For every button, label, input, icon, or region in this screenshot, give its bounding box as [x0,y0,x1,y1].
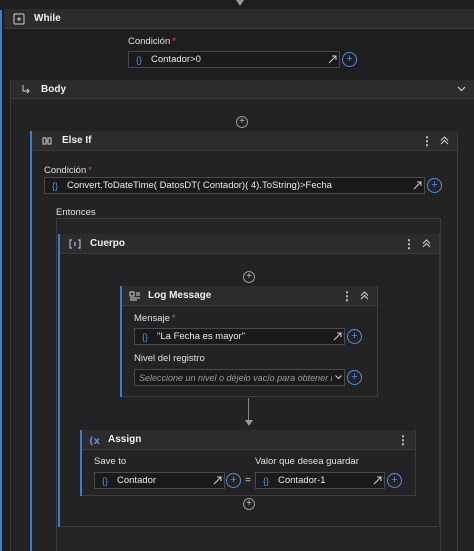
assign-value-label: Valor que desea guardar [255,456,359,467]
assign-header[interactable]: (x) Assign ⋮ [82,430,415,450]
assign-save-to-field[interactable]: {} Contador [94,472,225,489]
cuerpo-selection-line [58,234,60,527]
brace-icon: {} [135,54,142,65]
while-condition-value: Contador>0 [151,54,201,65]
assign-save-to-value: Contador [117,475,157,486]
while-condition-label: Condición * [128,36,176,47]
expand-icon[interactable] [370,476,384,485]
assign-title: Assign [108,434,142,445]
assign-icon: (x) [88,433,102,447]
while-header[interactable]: While [4,9,474,29]
cuerpo-title: Cuerpo [90,238,125,249]
expand-icon[interactable] [325,55,339,64]
elseif-title: Else If [62,135,92,146]
while-title: While [34,13,61,24]
while-condition-field[interactable]: {} Contador>0 [128,51,340,68]
kebab-icon[interactable]: ⋮ [403,237,415,251]
expand-icon[interactable] [410,181,424,190]
brace-icon: {} [101,475,108,486]
log-message-label: Mensaje * [134,313,176,324]
flow-connector [248,398,249,422]
elseif-condition-add-button[interactable]: + [427,178,442,193]
while-icon [12,12,26,26]
flow-arrow-top [236,0,244,6]
chevron-down-icon[interactable] [454,82,468,96]
elseif-icon [40,134,54,148]
log-message-title: Log Message [148,290,212,301]
elseif-header[interactable]: Else If ⋮ [32,131,457,151]
assign-save-to-add-button[interactable]: + [226,473,241,488]
add-activity-top[interactable]: + [236,116,248,128]
log-message-add-button[interactable]: + [347,329,362,344]
then-label: Entonces [56,207,96,218]
body-title: Body [41,83,66,95]
log-message-field[interactable]: {} "La Fecha es mayor" [134,328,345,345]
assign-value-value: Contador-1 [278,475,326,486]
cuerpo-icon [68,237,82,251]
collapse-icon[interactable] [357,289,371,303]
outer-selection-line [0,10,2,551]
elseif-condition-value: Convert.ToDateTime( DatosDT( Contador)( … [67,180,332,191]
collapse-icon[interactable] [419,237,433,251]
kebab-icon[interactable]: ⋮ [421,134,433,148]
log-message-value: "La Fecha es mayor" [157,331,246,342]
elseif-selection-line [30,131,32,551]
chevron-down-icon[interactable] [332,373,344,382]
while-condition-add-button[interactable]: + [342,52,357,67]
log-level-add-button[interactable]: + [347,370,362,385]
body-header[interactable]: Body [11,80,474,99]
expand-icon[interactable] [210,476,224,485]
assign-equals: = [245,475,251,486]
assign-value-add-button[interactable]: + [387,473,402,488]
assign-value-field[interactable]: {} Contador-1 [255,472,385,489]
log-level-select[interactable]: Seleccione un nivel o déjelo vacío para … [134,369,345,386]
collapse-icon[interactable] [437,134,451,148]
cuerpo-header[interactable]: Cuerpo ⋮ [60,234,439,254]
log-message-header[interactable]: Log Message ⋮ [122,286,377,306]
elseif-condition-field[interactable]: {} Convert.ToDateTime( DatosDT( Contador… [44,177,425,194]
brace-icon: {} [51,180,58,191]
add-activity-bottom[interactable]: + [243,498,255,510]
log-message-icon [128,289,142,303]
log-level-label: Nivel del registro [134,353,205,364]
brace-icon: {} [262,475,269,486]
log-level-placeholder: Seleccione un nivel o déjelo vacío para … [139,372,332,383]
add-activity-cuerpo-top[interactable]: + [243,271,255,283]
kebab-icon[interactable]: ⋮ [397,433,409,447]
expand-icon[interactable] [330,332,344,341]
elseif-condition-label: Condición * [44,165,92,176]
assign-save-to-label: Save to [94,456,127,467]
svg-text:(x): (x) [89,436,101,446]
flow-arrow [245,420,253,426]
body-arrow-icon [19,82,33,96]
kebab-icon[interactable]: ⋮ [341,289,353,303]
brace-icon: {} [141,331,148,342]
